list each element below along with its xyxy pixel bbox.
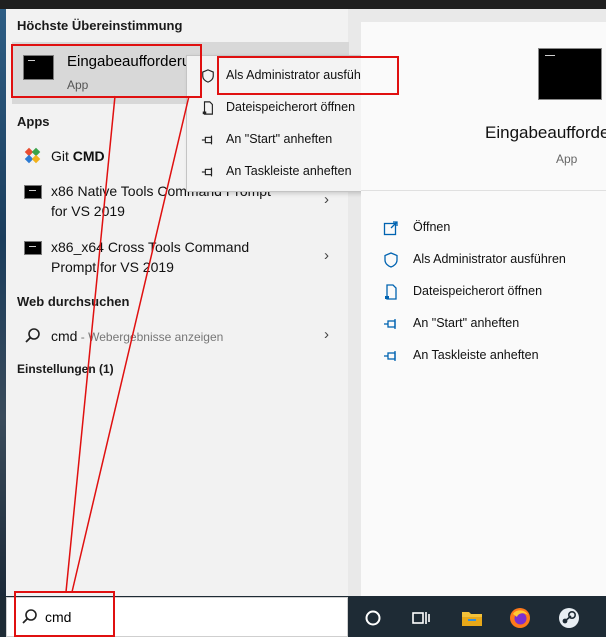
action-run-as-admin[interactable]: Als Administrator ausführen [383,249,603,273]
action-label: Öffnen [413,220,451,234]
action-pin-start[interactable]: An "Start" anheften [383,313,603,337]
context-menu-label: An "Start" anheften [226,132,333,146]
steam-icon[interactable] [557,606,581,630]
app-result-label: Git CMD [51,148,105,164]
search-icon [25,328,40,343]
annotation-box-search [14,591,115,637]
action-label: Dateispeicherort öffnen [413,284,543,298]
action-pin-taskbar[interactable]: An Taskleiste anheften [383,345,603,369]
open-icon [383,221,398,236]
file-location-icon [202,101,213,115]
firefox-icon[interactable] [508,606,532,630]
action-open-location[interactable]: Dateispeicherort öffnen [383,281,603,305]
shield-icon [202,69,214,83]
command-prompt-icon [24,185,42,199]
action-label: An "Start" anheften [413,316,520,330]
top-window-edge [0,0,606,9]
context-menu-label: Dateispeicherort öffnen [226,100,356,114]
action-label: Als Administrator ausführen [413,252,566,266]
annotation-box-best-match [11,44,202,98]
chevron-right-icon[interactable]: › [324,247,329,264]
action-open[interactable]: Öffnen [383,217,603,241]
app-detail-title: Eingabeaufforde [485,123,606,142]
web-search-result[interactable]: cmd - Webergebnisse anzeigen › [12,323,349,351]
web-search-heading: Web durchsuchen [17,294,130,309]
best-match-heading: Höchste Übereinstimmung [17,18,183,33]
pin-icon [201,135,213,145]
app-detail-subtitle: App [556,152,578,166]
context-menu-label: An Taskleiste anheften [226,164,352,178]
settings-heading[interactable]: Einstellungen (1) [17,362,114,376]
git-icon [24,147,41,164]
pin-icon [201,167,213,177]
task-view-icon[interactable] [409,606,433,630]
app-detail-pane: Eingabeaufforde App Öffnen Als Administr… [361,22,606,596]
app-result-x86-x64-cross[interactable]: x86_x64 Cross Tools Command Prompt for V… [12,235,349,281]
command-prompt-large-icon [538,48,602,100]
apps-heading: Apps [17,114,50,129]
web-search-label: cmd - Webergebnisse anzeigen [51,328,224,344]
pin-icon [384,351,396,361]
annotation-box-run-as-admin [217,56,399,95]
chevron-right-icon[interactable]: › [324,191,329,208]
command-prompt-icon [24,241,42,255]
action-label: An Taskleiste anheften [413,348,539,362]
cortana-icon[interactable] [361,606,385,630]
app-result-label: x86_x64 Cross Tools Command Prompt for V… [51,239,250,275]
pin-icon [384,319,396,329]
file-location-icon [385,284,397,300]
divider [361,190,606,191]
chevron-right-icon[interactable]: › [324,326,329,343]
shield-icon [384,252,398,268]
file-explorer-icon[interactable] [460,606,484,630]
